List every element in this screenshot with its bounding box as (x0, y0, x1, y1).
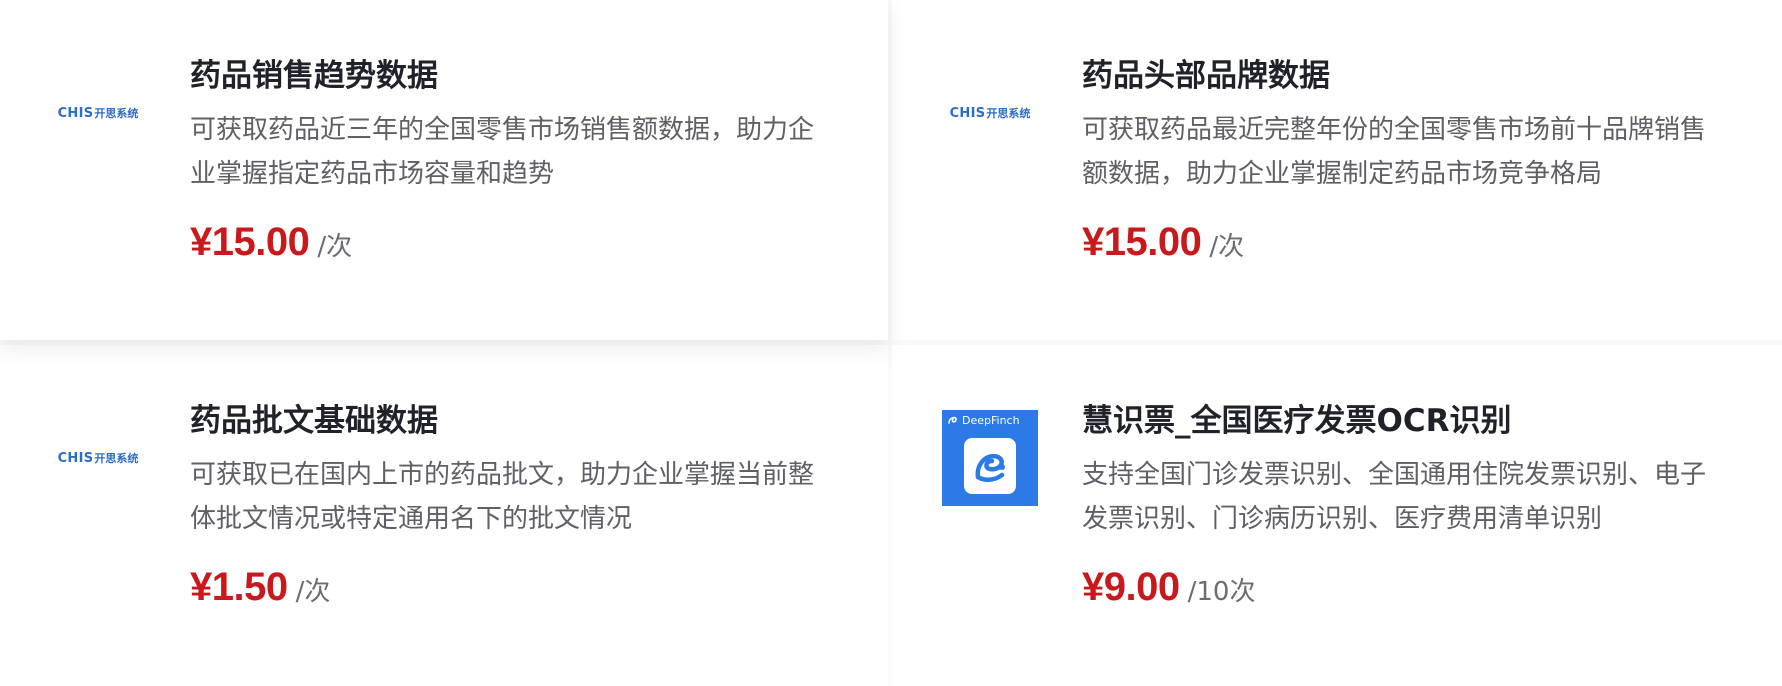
price-unit: /次 (1209, 232, 1245, 262)
product-title[interactable]: 药品头部品牌数据 (1082, 48, 1707, 104)
price-row: ¥15.00 /次 (1082, 220, 1707, 265)
product-price: ¥1.50 (190, 565, 288, 609)
product-price: ¥9.00 (1082, 565, 1180, 609)
product-title[interactable]: 药品销售趋势数据 (190, 48, 815, 104)
chis-logo: CHIS 开思系统 (942, 65, 1038, 161)
product-title[interactable]: 慧识票_全国医疗发票OCR识别 (1082, 393, 1707, 449)
product-card-sales-trend[interactable]: CHIS 开思系统 药品销售趋势数据 可获取药品近三年的全国零售市场销售额数据，… (0, 0, 888, 340)
price-unit: /次 (317, 232, 353, 262)
product-grid: CHIS 开思系统 药品销售趋势数据 可获取药品近三年的全国零售市场销售额数据，… (0, 0, 1782, 686)
price-row: ¥1.50 /次 (190, 565, 815, 610)
product-card-approval-data[interactable]: CHIS 开思系统 药品批文基础数据 可获取已在国内上市的药品批文，助力企业掌握… (0, 345, 888, 686)
product-card-top-brands[interactable]: CHIS 开思系统 药品头部品牌数据 可获取药品最近完整年份的全国零售市场前十品… (892, 0, 1782, 340)
deepfinch-app-icon (964, 438, 1016, 494)
chis-logo: CHIS 开思系统 (50, 65, 146, 161)
product-description: 支持全国门诊发票识别、全国通用住院发票识别、电子发票识别、门诊病历识别、医疗费用… (1082, 460, 1707, 534)
chis-logo-cn: 开思系统 (94, 107, 139, 120)
chis-logo-en: CHIS (57, 450, 94, 466)
product-description: 可获取药品近三年的全国零售市场销售额数据，助力企业掌握指定药品市场容量和趋势 (190, 115, 815, 189)
price-row: ¥15.00 /次 (190, 220, 815, 265)
price-unit: /次 (295, 577, 331, 607)
deepfinch-logo: DeepFinch (942, 410, 1038, 506)
chis-logo: CHIS 开思系统 (50, 410, 146, 506)
product-description: 可获取药品最近完整年份的全国零售市场前十品牌销售额数据，助力企业掌握制定药品市场… (1082, 115, 1707, 189)
product-price: ¥15.00 (190, 220, 310, 264)
chis-logo-cn: 开思系统 (94, 452, 139, 465)
chis-logo-cn: 开思系统 (986, 107, 1031, 120)
chis-logo-en: CHIS (949, 105, 986, 121)
deepfinch-logo-text: DeepFinch (962, 413, 1020, 427)
product-title[interactable]: 药品批文基础数据 (190, 393, 815, 449)
price-row: ¥9.00 /10次 (1082, 565, 1707, 610)
product-card-invoice-ocr[interactable]: DeepFinch 慧识票_全国医疗发票OCR识别 支持全国门诊发票识别、全国通… (892, 345, 1782, 686)
deepfinch-mark-icon (948, 416, 957, 424)
product-price: ¥15.00 (1082, 220, 1202, 264)
chis-logo-en: CHIS (57, 105, 94, 121)
price-unit: /10次 (1187, 577, 1256, 607)
product-description: 可获取已在国内上市的药品批文，助力企业掌握当前整体批文情况或特定通用名下的批文情… (190, 460, 815, 534)
